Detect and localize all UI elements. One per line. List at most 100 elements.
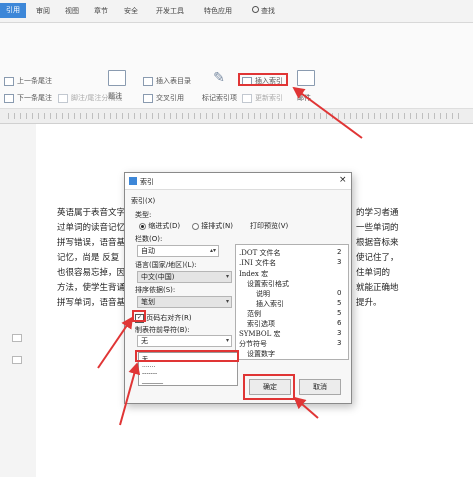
leader-option[interactable]: ....... <box>142 362 155 369</box>
columns-label: 栏数(O): <box>135 235 163 243</box>
mark-index-button[interactable]: 标记索引项 <box>202 93 237 103</box>
preview-entry: 范例 <box>247 310 261 318</box>
page-icon <box>12 334 22 342</box>
update-index-label: 更新索引 <box>255 94 283 102</box>
language-select[interactable]: 中文(中国) ▾ <box>137 271 232 283</box>
app-icon <box>129 177 137 185</box>
type-indent-radio[interactable]: 缩进式(D) <box>139 221 180 231</box>
separator-icon <box>58 93 68 103</box>
search-icon <box>252 6 259 13</box>
highlight-checkbox <box>132 310 146 322</box>
preview-page: 5 <box>337 299 342 307</box>
doc-text-line: 记忆，尚是 反复 <box>57 253 120 263</box>
update-index-button[interactable]: 更新索引 <box>242 93 283 103</box>
mail-button[interactable]: 邮件 <box>297 93 311 103</box>
caption-icon <box>108 70 126 86</box>
leader-value: 无 <box>141 337 148 345</box>
doc-text-line: 过单词的读音记忆 <box>57 223 126 233</box>
preview-page: 3 <box>337 329 342 337</box>
caption-button[interactable]: 题注 <box>108 91 122 101</box>
doc-text-line: 也很容易忘掉，因 <box>57 268 126 278</box>
doc-text-line: 住单词的 <box>356 268 391 278</box>
prev-endnote-label: 上一条尾注 <box>17 77 52 85</box>
print-preview-label: 打印预览(V) <box>250 222 289 230</box>
table-of-figures-icon <box>143 76 153 86</box>
cross-reference-button[interactable]: 交叉引用 <box>143 93 184 103</box>
doc-text-line: 使记住了， <box>356 253 399 263</box>
menu-review[interactable]: 审阅 <box>36 6 50 16</box>
radio-icon <box>192 222 199 230</box>
doc-text-line: 拼写错误，语音基 <box>57 238 126 248</box>
columns-spinner[interactable]: 自动 ▴▾ <box>137 245 219 257</box>
next-endnote-label: 下一条尾注 <box>17 94 52 102</box>
update-index-icon <box>242 93 252 103</box>
prev-endnote-icon <box>4 76 14 86</box>
leader-option[interactable]: ------- <box>142 370 157 377</box>
highlight-ok <box>243 374 295 400</box>
sort-label: 排序依据(S): <box>135 286 176 294</box>
preview-entry: 分节符号 <box>239 340 267 348</box>
spinner-arrows-icon[interactable]: ▴▾ <box>210 246 216 256</box>
doc-text-line: 的学习者通 <box>356 208 399 218</box>
preview-entry: .DOT 文件名 <box>239 249 281 257</box>
language-label: 语言(国家/地区)(L): <box>135 261 197 269</box>
menu-developer[interactable]: 开发工具 <box>156 6 184 16</box>
type-runin-label: 接排式(N) <box>201 222 233 230</box>
mark-index-icon: ✎ <box>213 70 225 86</box>
doc-text-line: 方法，使学生背诵 <box>57 283 126 293</box>
menu-features[interactable]: 特色应用 <box>204 6 232 16</box>
menu-search-label: 查找 <box>261 7 275 15</box>
page-icon <box>12 356 22 364</box>
preview-page: 6 <box>337 319 342 327</box>
doc-text-line: 根据音标来 <box>356 238 399 248</box>
dialog-title-bar[interactable]: 索引 × <box>125 173 351 190</box>
sort-select[interactable]: 笔划 ▾ <box>137 296 232 308</box>
index-preview: .DOT 文件名 2 .INI 文件名 3 Index 宏 设置索引格式 说明 … <box>235 244 349 360</box>
preview-entry: Index 宏 <box>239 270 269 278</box>
preview-entry: 设置数字 <box>247 350 275 358</box>
language-value: 中文(中国) <box>141 273 175 281</box>
menu-view[interactable]: 视图 <box>65 6 79 16</box>
leader-select[interactable]: 无 ▾ <box>137 335 232 347</box>
menu-references[interactable]: 引用 <box>0 3 26 18</box>
doc-text-line: 提升。 <box>356 298 382 308</box>
menu-search[interactable]: 查找 <box>252 6 275 16</box>
mail-icon <box>297 70 315 86</box>
type-label: 类型: <box>135 211 152 219</box>
preview-entry: 插入索引 <box>256 300 284 308</box>
preview-entry: 说明 <box>256 290 270 298</box>
align-right-label: 页码右对齐(R) <box>146 314 192 322</box>
doc-text-line: 就能正确地 <box>356 283 399 293</box>
doc-text-line: 英语属于表音文字 <box>57 208 126 218</box>
preview-entry: SYMBOL 宏 <box>239 330 281 338</box>
ruler-ticks <box>8 113 463 119</box>
highlight-dropdown <box>135 350 239 362</box>
horizontal-ruler[interactable] <box>0 109 473 124</box>
chevron-down-icon: ▾ <box>225 337 229 344</box>
preview-page: 2 <box>337 248 342 256</box>
preview-entry: .INI 文件名 <box>239 259 277 267</box>
next-endnote-button[interactable]: 下一条尾注 <box>4 93 52 103</box>
type-runin-radio[interactable]: 接排式(N) <box>192 221 233 231</box>
columns-value: 自动 <box>141 247 155 255</box>
close-icon[interactable]: × <box>339 175 347 185</box>
index-tab[interactable]: 索引(X) <box>131 196 155 206</box>
highlight-insert-index <box>238 73 288 86</box>
preview-page: 0 <box>337 289 342 297</box>
cross-reference-icon <box>143 93 153 103</box>
insert-table-of-figures-button[interactable]: 插入表目录 <box>143 76 191 86</box>
leader-option[interactable]: _______ <box>142 377 163 384</box>
preview-entry: 设置索引格式 <box>247 280 289 288</box>
cross-reference-label: 交叉引用 <box>156 94 184 102</box>
dialog-title: 索引 <box>140 178 154 186</box>
menu-bar: 引用 审阅 视图 章节 安全 开发工具 特色应用 查找 <box>0 0 473 23</box>
preview-page: 3 <box>337 339 342 347</box>
menu-security[interactable]: 安全 <box>124 6 138 16</box>
preview-page: 5 <box>337 309 342 317</box>
next-endnote-icon <box>4 93 14 103</box>
ribbon-toolbar: 上一条尾注 下一条尾注 脚注/尾注分隔线 题注 插入表目录 交叉引用 ✎ 标记索… <box>0 23 473 109</box>
cancel-button[interactable]: 取消 <box>299 379 341 395</box>
menu-section[interactable]: 章节 <box>94 6 108 16</box>
prev-endnote-button[interactable]: 上一条尾注 <box>4 76 52 86</box>
preview-page: 3 <box>337 258 342 266</box>
